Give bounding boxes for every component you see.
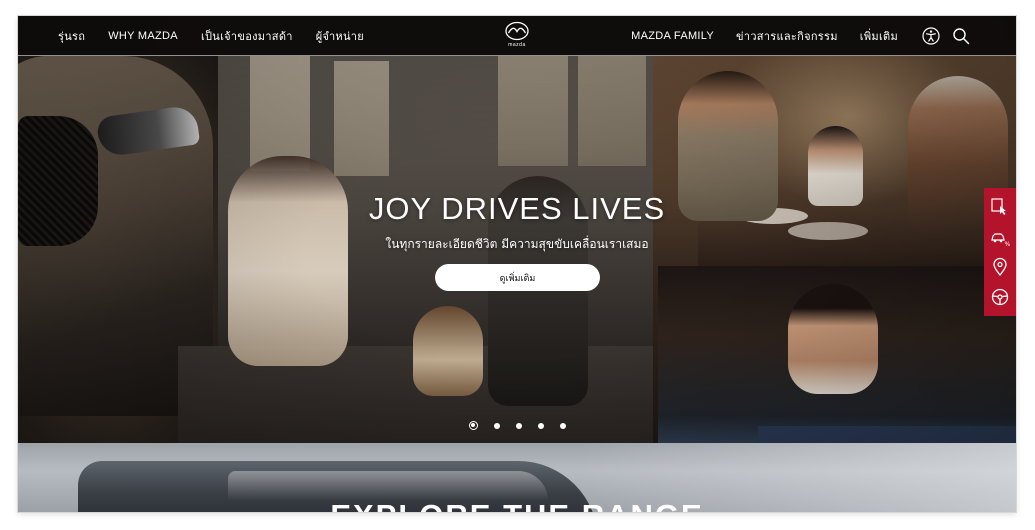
nav-item-news-events[interactable]: ข่าวสารและกิจกรรม [736, 27, 838, 45]
nav-item-ownership[interactable]: เป็นเจ้าของมาสด้า [201, 27, 293, 45]
hero-banner: JOY DRIVES LIVES ในทุกรายละเอียดชีวิต มี… [18, 16, 1016, 443]
site-header: รุ่นรถ WHY MAZDA เป็นเจ้าของมาสด้า ผู้จำ… [18, 16, 1016, 56]
price-button[interactable]: % [989, 226, 1011, 248]
side-quick-actions: % [984, 188, 1016, 316]
hero-title: JOY DRIVES LIVES [368, 191, 666, 226]
nav-left: รุ่นรถ WHY MAZDA เป็นเจ้าของมาสด้า ผู้จำ… [58, 16, 387, 56]
nav-item-dealers[interactable]: ผู้จำหน่าย [316, 27, 364, 45]
mazda-logo[interactable]: mazda [502, 21, 532, 51]
hero-subtitle: ในทุกรายละเอียดชีวิต มีความสุขขับเคลื่อน… [385, 237, 649, 251]
explore-title: EXPLORE THE RANGE [18, 498, 1016, 512]
search-icon[interactable] [952, 27, 970, 45]
dealer-locator-button[interactable] [989, 256, 1011, 278]
price-car-icon: % [991, 233, 1011, 247]
carousel-dot-2[interactable] [494, 422, 500, 429]
nav-item-models[interactable]: รุ่นรถ [58, 27, 85, 45]
carousel-dot-1[interactable] [469, 421, 478, 430]
carousel-dots [469, 421, 582, 430]
carousel-dot-3[interactable] [516, 422, 522, 429]
location-pin-icon [993, 257, 1007, 277]
steering-wheel-icon [991, 288, 1009, 306]
mazda-logo-icon [505, 21, 529, 41]
hero-vignette [18, 16, 1016, 443]
carousel-dot-4[interactable] [538, 422, 544, 429]
browser-viewport: JOY DRIVES LIVES ในทุกรายละเอียดชีวิต มี… [18, 16, 1016, 512]
accessibility-icon[interactable] [922, 27, 940, 45]
svg-text:%: % [1005, 241, 1011, 247]
nav-item-mazda-family[interactable]: MAZDA FAMILY [631, 30, 714, 42]
test-drive-button[interactable] [989, 196, 1011, 218]
nav-right: MAZDA FAMILY ข่าวสารและกิจกรรม เพิ่มเติม [609, 16, 898, 56]
test-drive-icon [991, 198, 1006, 215]
service-button[interactable] [989, 286, 1011, 308]
nav-item-more[interactable]: เพิ่มเติม [860, 27, 898, 45]
nav-item-why-mazda[interactable]: WHY MAZDA [108, 30, 178, 42]
car-roof-highlight [228, 471, 548, 501]
learn-more-button[interactable]: ดูเพิ่มเติม [435, 264, 600, 291]
carousel-dot-5[interactable] [560, 422, 566, 429]
explore-range-section: EXPLORE THE RANGE [18, 443, 1016, 512]
logo-wordmark: mazda [508, 42, 526, 48]
